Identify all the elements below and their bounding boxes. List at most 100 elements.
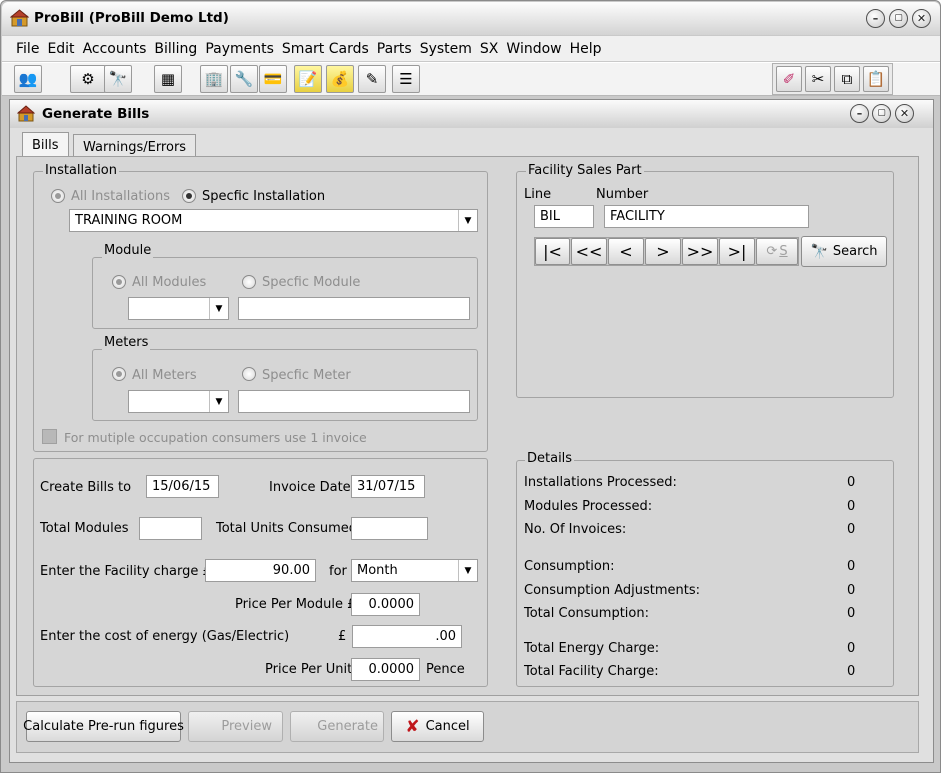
meters-group-label: Meters	[102, 335, 151, 350]
create-bills-input[interactable]: 15/06/15	[146, 475, 219, 498]
maximize-button[interactable]: ▢	[889, 9, 908, 28]
all-meters-radio[interactable]	[112, 367, 126, 381]
facility-charge-input[interactable]: 90.00	[205, 559, 316, 582]
preview-button[interactable]: Preview	[188, 711, 283, 742]
copy-icon: ⧉	[841, 70, 853, 88]
first-record-button[interactable]: |<	[535, 238, 570, 265]
menu-billing[interactable]: Billing	[154, 41, 197, 57]
detail-facility-charge-value: 0	[847, 664, 856, 679]
application-window: ProBill (ProBill Demo Ltd) – ▢ ✕ File Ed…	[0, 0, 941, 773]
all-modules-radio[interactable]	[112, 275, 126, 289]
energy-cost-label: Enter the cost of energy (Gas/Electric)	[40, 629, 290, 644]
prev-page-button[interactable]: <<	[571, 238, 607, 265]
price-per-module-label: Price Per Module £	[235, 597, 356, 612]
child-maximize-button[interactable]: ▢	[872, 104, 891, 123]
total-units-input[interactable]	[351, 517, 428, 540]
facility-charge-label: Enter the Facility charge £	[40, 564, 211, 579]
app-title: ProBill (ProBill Demo Ltd)	[34, 10, 229, 26]
chevron-down-icon[interactable]: ▼	[458, 210, 477, 231]
toolbar-list-button[interactable]: ☰	[392, 65, 420, 93]
minimize-icon: –	[872, 12, 879, 25]
cancel-button-label: Cancel	[425, 719, 470, 734]
minimize-icon: –	[856, 107, 863, 120]
detail-invoices-label: No. Of Invoices:	[524, 522, 627, 537]
toolbar-tools-button[interactable]: 🔧	[230, 65, 258, 93]
last-record-button[interactable]: >|	[719, 238, 755, 265]
meter-combo[interactable]: ▼	[128, 390, 229, 413]
specific-meter-radio[interactable]	[242, 367, 256, 381]
refresh-label: S	[779, 244, 788, 259]
prev-record-button[interactable]: <	[608, 238, 644, 265]
menu-help[interactable]: Help	[570, 41, 602, 57]
total-units-label: Total Units Consumed	[216, 521, 358, 536]
next-record-button[interactable]: >	[645, 238, 681, 265]
binoculars-icon: 🔭	[810, 243, 828, 260]
menu-file[interactable]: File	[16, 41, 39, 57]
toolbar-payments-button[interactable]: 💰	[326, 65, 354, 93]
toolbar-cut-button[interactable]: ✂	[805, 66, 831, 92]
chevron-down-icon[interactable]: ▼	[458, 560, 477, 581]
notes-icon: 📝	[298, 70, 318, 88]
multi-occupation-checkbox[interactable]	[42, 429, 57, 444]
price-per-module-input[interactable]: 0.0000	[351, 593, 420, 616]
specific-installation-radio[interactable]	[182, 189, 196, 203]
period-combo-value: Month	[357, 563, 398, 578]
tab-bills[interactable]: Bills	[22, 132, 69, 158]
menu-edit[interactable]: Edit	[47, 41, 74, 57]
detail-consumption-value: 0	[847, 559, 856, 574]
search-button[interactable]: 🔭 Search	[801, 236, 887, 267]
installation-combo[interactable]: TRAINING ROOM ▼	[69, 209, 478, 232]
total-modules-input[interactable]	[139, 517, 202, 540]
menu-window[interactable]: Window	[506, 41, 561, 57]
period-combo[interactable]: Month ▼	[351, 559, 478, 582]
line-input[interactable]: BIL	[534, 205, 594, 228]
refresh-button[interactable]: ⟳ S	[756, 238, 798, 265]
specific-module-radio[interactable]	[242, 275, 256, 289]
close-button[interactable]: ✕	[912, 9, 931, 28]
toolbar-clear-button[interactable]: ✐	[776, 66, 802, 92]
energy-cost-input[interactable]: .00	[352, 625, 462, 648]
toolbar-building-button[interactable]: 🏢	[200, 65, 228, 93]
number-input[interactable]: FACILITY	[604, 205, 809, 228]
specific-module-input[interactable]	[238, 297, 470, 320]
price-per-unit-input[interactable]: 0.0000	[351, 658, 420, 681]
toolbar-notes-button[interactable]: 📝	[294, 65, 322, 93]
toolbar-paste-button[interactable]: 📋	[863, 66, 889, 92]
paste-icon: 📋	[866, 70, 886, 88]
child-minimize-button[interactable]: –	[850, 104, 869, 123]
chevron-down-icon[interactable]: ▼	[209, 298, 228, 319]
menu-accounts[interactable]: Accounts	[83, 41, 147, 57]
menu-system[interactable]: System	[420, 41, 472, 57]
menu-sx[interactable]: SX	[480, 41, 498, 57]
all-installations-radio[interactable]	[51, 189, 65, 203]
all-installations-label: All Installations	[71, 189, 171, 204]
refresh-icon: ⟳	[766, 244, 778, 259]
menu-parts[interactable]: Parts	[377, 41, 412, 57]
detail-total-consumption-label: Total Consumption:	[524, 606, 649, 621]
calculate-prerun-button[interactable]: Calculate Pre-run figures	[23, 711, 184, 742]
chevron-down-icon[interactable]: ▼	[209, 391, 228, 412]
menu-payments[interactable]: Payments	[205, 41, 274, 57]
module-combo[interactable]: ▼	[128, 297, 229, 320]
toolbar-edit-button[interactable]: ✎	[358, 65, 386, 93]
invoice-date-input[interactable]: 31/07/15	[351, 475, 425, 498]
specific-meter-input[interactable]	[238, 390, 470, 413]
child-close-button[interactable]: ✕	[895, 104, 914, 123]
building-icon: 🏢	[204, 70, 224, 88]
create-bills-label: Create Bills to	[40, 480, 132, 495]
toolbar-copy-button[interactable]: ⧉	[834, 66, 860, 92]
generate-button[interactable]: Generate	[290, 711, 384, 742]
toolbar-calculator-button[interactable]: ▦	[154, 65, 182, 93]
minimize-button[interactable]: –	[866, 9, 885, 28]
toolbar-binoculars-button[interactable]: 🔭	[104, 65, 132, 93]
menu-smart-cards[interactable]: Smart Cards	[282, 41, 369, 57]
next-page-button[interactable]: >>	[682, 238, 718, 265]
toolbar-accounts-button[interactable]: 👥	[14, 65, 42, 93]
child-window-title: Generate Bills	[42, 106, 150, 122]
toolbar-meters-button[interactable]: ⚙	[70, 65, 106, 93]
maximize-icon: ▢	[877, 108, 886, 118]
price-per-unit-label: Price Per Unit	[265, 662, 353, 677]
tab-warnings-errors[interactable]: Warnings/Errors	[73, 134, 197, 158]
cancel-button[interactable]: ✘ Cancel	[391, 711, 484, 742]
toolbar-card-button[interactable]: 💳	[259, 65, 287, 93]
